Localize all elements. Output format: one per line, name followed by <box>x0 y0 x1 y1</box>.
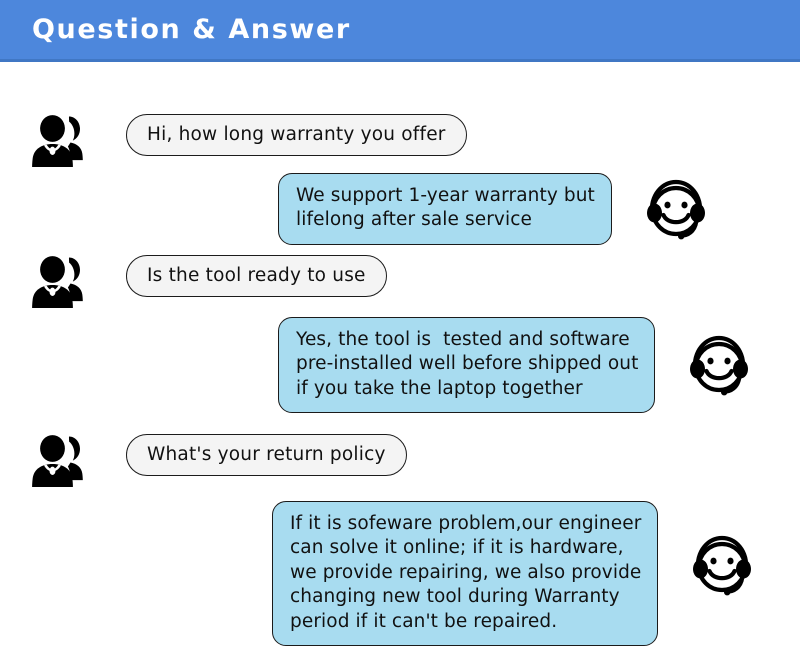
answer-bubble: If it is sofeware problem,our engineer c… <box>272 501 659 647</box>
user-group-icon <box>22 241 94 313</box>
headset-smiley-icon <box>683 331 755 403</box>
question-bubble: What's your return policy <box>126 434 407 477</box>
answer-bubble: We support 1-year warranty but lifelong … <box>278 173 612 245</box>
user-group-icon <box>22 100 94 172</box>
qa-page: Question & Answer Hi, how long warranty … <box>0 0 800 650</box>
headset-smiley-icon <box>640 175 712 247</box>
qa-row-answer-3: If it is sofeware problem,our engineer c… <box>272 501 758 647</box>
question-bubble: Is the tool ready to use <box>126 255 387 298</box>
qa-row-answer-1: We support 1-year warranty but lifelong … <box>278 173 712 247</box>
answer-bubble: Yes, the tool is tested and software pre… <box>278 317 656 414</box>
user-group-icon <box>22 420 94 492</box>
question-bubble: Hi, how long warranty you offer <box>126 114 467 157</box>
page-header: Question & Answer <box>0 0 800 62</box>
qa-conversation: Hi, how long warranty you offer We suppo… <box>0 65 800 650</box>
qa-row-question-3: What's your return policy <box>22 420 407 492</box>
qa-row-question-2: Is the tool ready to use <box>22 241 387 313</box>
headset-smiley-icon <box>686 531 758 603</box>
page-title: Question & Answer <box>32 14 351 45</box>
qa-row-answer-2: Yes, the tool is tested and software pre… <box>278 317 755 414</box>
qa-row-question-1: Hi, how long warranty you offer <box>22 100 467 172</box>
